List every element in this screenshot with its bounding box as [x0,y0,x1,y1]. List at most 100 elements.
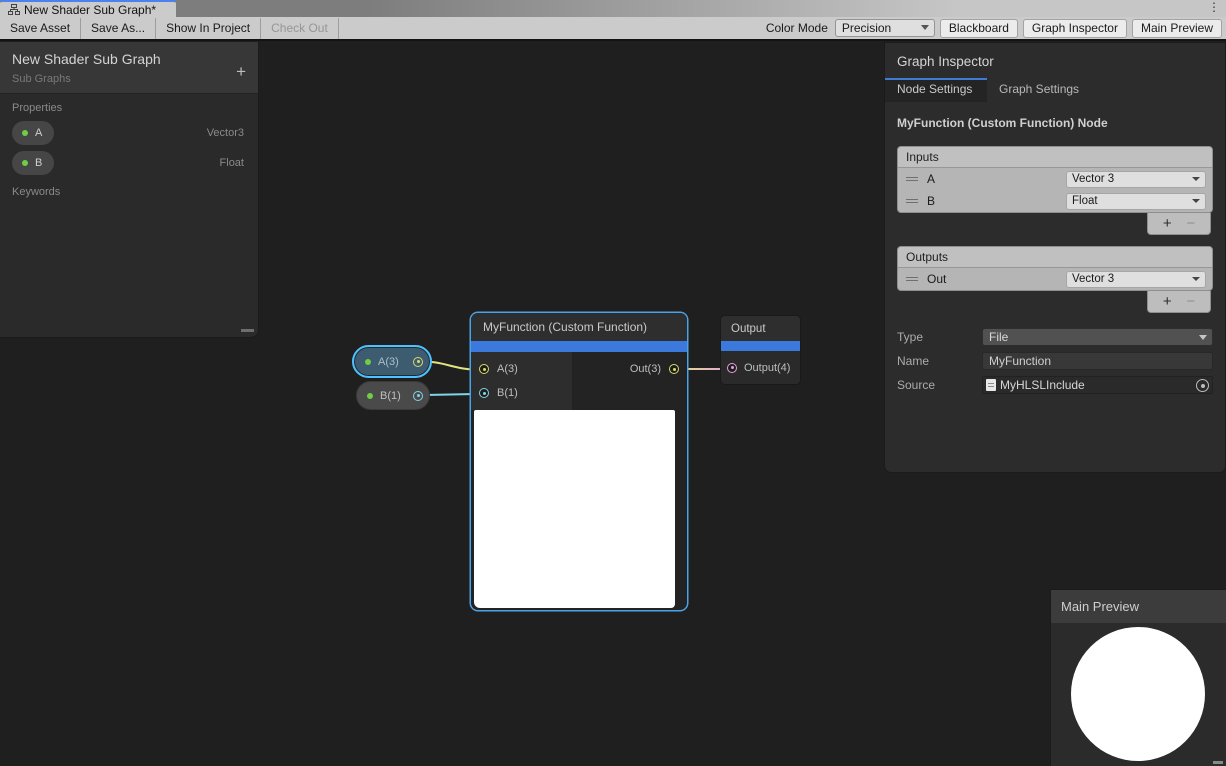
property-node-b[interactable]: B(1) [356,381,430,410]
preview-sphere[interactable] [1071,627,1205,761]
type-dropdown[interactable]: File [982,328,1213,346]
input-row-a[interactable]: A Vector 3 [898,168,1212,190]
input-port-row-output[interactable]: Output(4) [721,351,800,384]
drag-handle-icon[interactable] [906,199,918,203]
node-title[interactable]: MyFunction (Custom Function) [471,313,687,341]
blackboard-subtitle: Sub Graphs [12,73,246,85]
property-node-label: A(3) [378,356,399,368]
add-property-button[interactable]: + [236,62,246,82]
tab-title: New Shader Sub Graph* [24,3,156,17]
node-input-ports: A(3) B(1) [471,352,572,410]
input-type-dropdown[interactable]: Vector 3 [1066,171,1206,188]
main-preview-panel: Main Preview [1050,589,1226,766]
toolbar: Save Asset Save As... Show In Project Ch… [0,17,1226,41]
exposed-dot-icon [367,393,373,399]
main-preview-toggle-button[interactable]: Main Preview [1132,19,1222,38]
output-port-row-out[interactable]: Out(3) [572,357,687,381]
input-row-b[interactable]: B Float [898,190,1212,212]
source-label: Source [897,378,982,392]
property-pill-b[interactable]: B [12,151,54,175]
blackboard-toggle-button[interactable]: Blackboard [940,19,1018,38]
property-node-label: B(1) [380,390,401,402]
graph-inspector-toggle-button[interactable]: Graph Inspector [1023,19,1127,38]
port-label: A(3) [497,363,518,375]
main-preview-body [1051,623,1226,765]
node-output-ports: Out(3) [572,352,687,410]
exposed-dot-icon [22,130,28,136]
type-field-row: Type File [897,325,1213,349]
name-field-row: Name MyFunction [897,349,1213,373]
vector3-port-icon[interactable] [479,364,489,374]
output-type-dropdown[interactable]: Vector 3 [1066,271,1206,288]
blackboard-property-row[interactable]: B Float [0,148,258,178]
tab-strip: New Shader Sub Graph* ⋮ [0,0,1226,17]
chevron-down-icon [1192,199,1200,203]
tab-node-settings[interactable]: Node Settings [885,78,987,102]
node-title[interactable]: Output [721,316,800,341]
keywords-section-label: Keywords [0,178,258,202]
vector4-port-icon[interactable] [727,363,737,373]
node-preview[interactable] [474,410,675,608]
save-asset-button[interactable]: Save Asset [0,18,81,39]
output-type-value: Vector 3 [1072,273,1114,285]
input-port-row-b[interactable]: B(1) [471,381,572,405]
input-name[interactable]: A [927,172,935,186]
input-port-row-a[interactable]: A(3) [471,357,572,381]
port-label: Out(3) [630,363,661,375]
output-row-out[interactable]: Out Vector 3 [898,268,1212,290]
type-value: File [989,330,1008,344]
inspector-title: Graph Inspector [885,43,1225,78]
shadergraph-icon [8,4,20,15]
add-input-button[interactable]: + [1163,215,1172,233]
float-port-icon[interactable] [413,391,423,401]
save-as-button[interactable]: Save As... [81,18,156,39]
tab-new-shader-sub-graph[interactable]: New Shader Sub Graph* [0,0,176,17]
drag-handle-icon[interactable] [906,177,918,181]
check-out-button: Check Out [261,18,339,39]
blackboard-property-row[interactable]: A Vector3 [0,118,258,148]
output-name[interactable]: Out [927,272,946,286]
property-name: A [35,127,42,139]
outputs-list: Outputs Out Vector 3 + − [897,246,1213,313]
window-menu-icon[interactable]: ⋮ [1208,0,1220,15]
remove-input-button[interactable]: − [1186,215,1195,233]
add-output-button[interactable]: + [1163,293,1172,311]
color-mode-dropdown[interactable]: Precision [835,19,935,37]
vector3-port-icon[interactable] [669,364,679,374]
type-label: Type [897,330,982,344]
color-mode-value: Precision [842,21,891,35]
name-input[interactable]: MyFunction [982,352,1213,370]
inputs-list: Inputs A Vector 3 B Float [897,146,1213,235]
drag-handle-icon[interactable] [906,277,918,281]
show-in-project-button[interactable]: Show In Project [156,18,261,39]
input-name[interactable]: B [927,194,935,208]
property-node-a[interactable]: A(3) [352,345,432,378]
precision-color-bar [471,341,687,352]
float-port-icon[interactable] [479,388,489,398]
precision-color-bar [721,341,800,351]
input-type-dropdown[interactable]: Float [1066,193,1206,210]
port-label: B(1) [497,387,518,399]
chevron-down-icon [1199,335,1207,340]
object-picker-icon[interactable] [1196,379,1209,392]
custom-function-node[interactable]: MyFunction (Custom Function) A(3) B(1) O… [471,313,687,610]
resize-handle[interactable] [1213,761,1223,764]
main-preview-title[interactable]: Main Preview [1051,590,1226,623]
source-object-field[interactable]: MyHLSLInclude [982,376,1213,394]
inputs-list-header: Inputs [898,147,1212,168]
exposed-dot-icon [22,160,28,166]
property-pill-a[interactable]: A [12,121,54,145]
chevron-down-icon [1192,277,1200,281]
tab-graph-settings[interactable]: Graph Settings [987,78,1093,102]
output-node[interactable]: Output Output(4) [720,315,801,385]
input-type-value: Float [1072,195,1098,207]
node-port-area: A(3) B(1) Out(3) [471,352,687,410]
name-label: Name [897,354,982,368]
vector3-port-icon[interactable] [413,357,423,367]
property-name: B [35,157,42,169]
chevron-down-icon [1192,177,1200,181]
property-type: Vector3 [207,127,244,139]
resize-handle[interactable] [241,329,254,332]
remove-output-button[interactable]: − [1186,293,1195,311]
function-fields: Type File Name MyFunction Source MyHLSLI… [897,325,1213,397]
